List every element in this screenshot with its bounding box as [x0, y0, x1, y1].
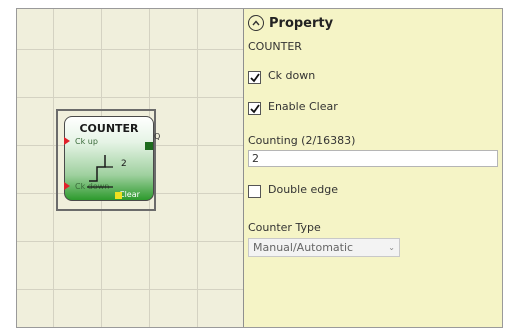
enable-clear-checkbox[interactable] [248, 102, 261, 115]
counter-type-value: Manual/Automatic [253, 241, 354, 254]
window-frame: COUNTER Ck up Ck down Clear 2 Q Property… [16, 8, 503, 328]
counter-type-select[interactable]: Manual/Automatic ⌄ [248, 238, 400, 257]
check-icon [250, 104, 260, 114]
counter-value: 2 [121, 159, 127, 169]
double-edge-checkbox[interactable] [248, 185, 261, 198]
output-pin-q[interactable] [145, 142, 153, 150]
collapse-icon[interactable] [248, 15, 264, 31]
ck-down-checkbox[interactable] [248, 71, 261, 84]
step-icon [87, 155, 113, 188]
property-header: Property [248, 15, 333, 31]
input-pin-ck-down[interactable] [64, 182, 70, 190]
double-edge-label[interactable]: Double edge [268, 183, 338, 196]
property-title: Property [269, 15, 334, 31]
counter-block[interactable]: COUNTER Ck up Ck down Clear 2 [64, 116, 154, 201]
ck-down-label[interactable]: Ck down [268, 69, 315, 82]
pin-label-clear: Clear [119, 190, 140, 199]
counting-label: Counting (2/16383) [248, 134, 356, 147]
check-icon [250, 73, 260, 83]
block-title: COUNTER [79, 122, 139, 135]
property-panel: Property COUNTER Ck down Enable Clear Co… [244, 9, 502, 327]
output-label-q: Q [154, 132, 161, 141]
pin-label-ck-up: Ck up [75, 137, 98, 146]
input-pin-ck-up[interactable] [64, 137, 70, 145]
input-pin-clear[interactable] [115, 192, 122, 199]
design-canvas[interactable]: COUNTER Ck up Ck down Clear 2 Q [17, 9, 243, 327]
counter-type-label: Counter Type [248, 221, 321, 234]
chevron-down-icon: ⌄ [388, 243, 395, 252]
enable-clear-label[interactable]: Enable Clear [268, 100, 338, 113]
counting-input[interactable]: 2 [248, 150, 498, 167]
component-name: COUNTER [248, 40, 302, 53]
